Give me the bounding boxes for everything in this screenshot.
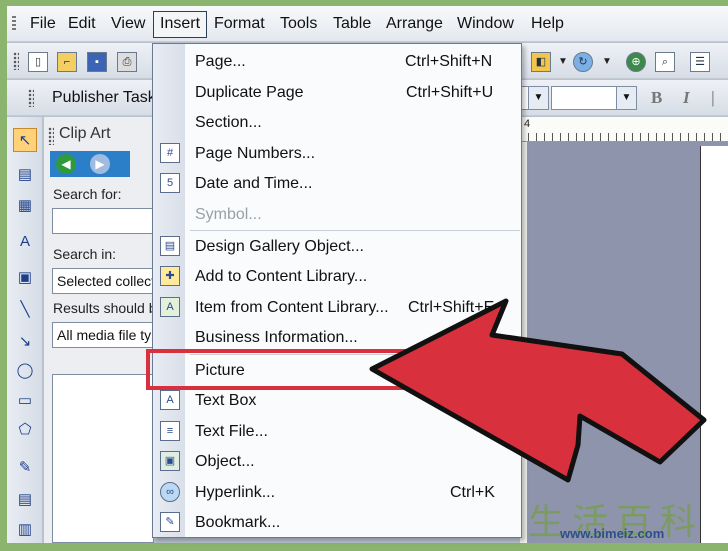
- watermark-url: www.bimeiz.com: [560, 526, 665, 541]
- red-pointer-arrow-icon: [369, 298, 707, 483]
